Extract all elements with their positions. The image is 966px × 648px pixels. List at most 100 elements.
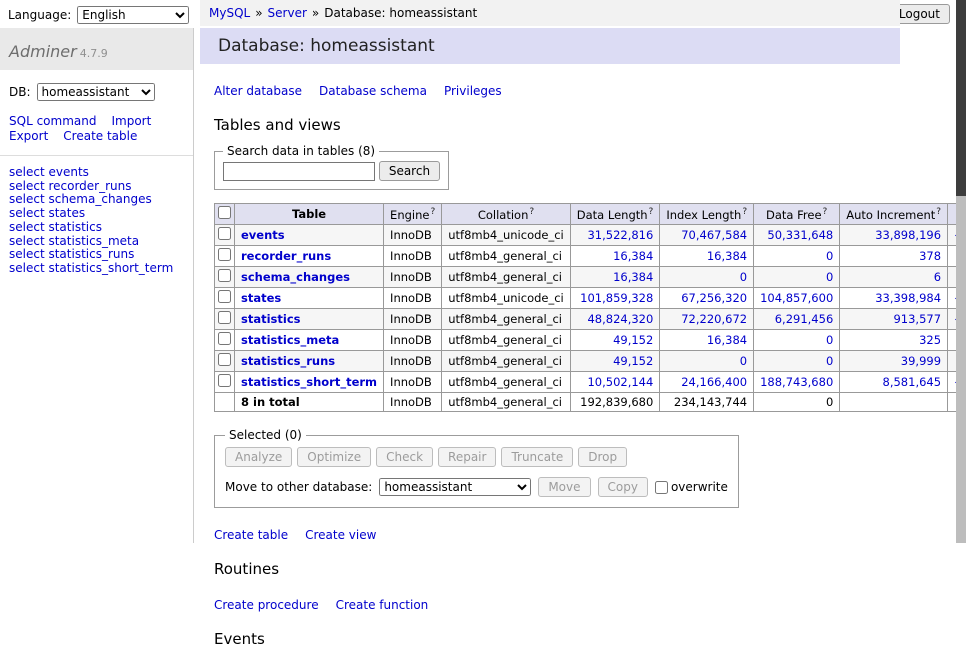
row-select-cell — [215, 267, 235, 288]
breadcrumb-item-server[interactable]: Server — [268, 6, 307, 20]
column-help-link[interactable]: ? — [823, 207, 828, 217]
sidebar-link-sql-command[interactable]: SQL command — [9, 114, 96, 129]
copy-button[interactable]: Copy — [598, 477, 648, 497]
breadcrumb-item-mysql[interactable]: MySQL — [209, 6, 250, 20]
overwrite-label: overwrite — [671, 480, 728, 494]
value-link[interactable]: 49,152 — [613, 354, 653, 368]
row-checkbox[interactable] — [218, 248, 231, 261]
row-checkbox[interactable] — [218, 269, 231, 282]
table-link-statistics-short-term[interactable]: statistics_short_term — [241, 375, 377, 389]
value-link[interactable]: 0 — [740, 354, 747, 368]
search-button[interactable]: Search — [379, 161, 440, 181]
row-checkbox[interactable] — [218, 227, 231, 240]
link-database-schema[interactable]: Database schema — [319, 84, 427, 98]
value-link[interactable]: 0 — [826, 333, 833, 347]
value-link[interactable]: 16,384 — [613, 270, 653, 284]
value-link[interactable]: 6 — [934, 270, 941, 284]
link-alter-database[interactable]: Alter database — [214, 84, 302, 98]
analyze-button[interactable]: Analyze — [225, 447, 292, 467]
table-link-statistics-runs[interactable]: statistics_runs — [241, 354, 335, 368]
truncate-button[interactable]: Truncate — [501, 447, 573, 467]
table-link-recorder-runs[interactable]: recorder_runs — [241, 249, 331, 263]
row-checkbox[interactable] — [218, 353, 231, 366]
select-all-checkbox[interactable] — [218, 206, 231, 219]
value-link[interactable]: 33,398,984 — [875, 291, 941, 305]
value-link[interactable]: 0 — [826, 270, 833, 284]
value-link[interactable]: 10,502,144 — [587, 375, 653, 389]
value-link[interactable]: 16,384 — [613, 249, 653, 263]
sidebar-item-select-statistics-runs[interactable]: select statistics_runs — [9, 248, 184, 262]
sidebar-item-select-statistics-short-term[interactable]: select statistics_short_term — [9, 262, 184, 276]
column-help-link[interactable]: ? — [936, 207, 941, 217]
value-link[interactable]: 24,166,400 — [681, 375, 747, 389]
sidebar-link-import[interactable]: Import — [111, 114, 151, 129]
column-help-link[interactable]: ? — [529, 207, 534, 217]
value-link[interactable]: 16,384 — [707, 249, 747, 263]
value-link[interactable]: 49,152 — [613, 333, 653, 347]
column-help-link[interactable]: ? — [649, 207, 654, 217]
scrollbar-thumb[interactable] — [956, 0, 966, 196]
row-checkbox[interactable] — [218, 311, 231, 324]
value-link[interactable]: 0 — [740, 270, 747, 284]
table-link-statistics[interactable]: statistics — [241, 312, 301, 326]
table-link-events[interactable]: events — [241, 228, 285, 242]
value-link[interactable]: 39,999 — [901, 354, 941, 368]
cell-table-name: schema_changes — [235, 267, 384, 288]
value-link[interactable]: 16,384 — [707, 333, 747, 347]
sidebar-item-select-events[interactable]: select events — [9, 166, 184, 180]
value-link[interactable]: 378 — [919, 249, 941, 263]
cell-data-free: 50,331,648 — [754, 225, 840, 246]
sidebar-link-create-table[interactable]: Create table — [63, 129, 137, 144]
cell-table-name: recorder_runs — [235, 246, 384, 267]
column-help-link[interactable]: ? — [430, 207, 435, 217]
table-link-schema-changes[interactable]: schema_changes — [241, 270, 350, 284]
value-link[interactable]: 325 — [919, 333, 941, 347]
language-select[interactable]: English — [77, 6, 189, 24]
overwrite-checkbox[interactable] — [655, 481, 668, 494]
value-link[interactable]: 101,859,328 — [580, 291, 653, 305]
sidebar-item-select-recorder-runs[interactable]: select recorder_runs — [9, 180, 184, 194]
value-link[interactable]: 0 — [826, 354, 833, 368]
row-checkbox[interactable] — [218, 290, 231, 303]
value-link[interactable]: 67,256,320 — [681, 291, 747, 305]
table-link-statistics-meta[interactable]: statistics_meta — [241, 333, 339, 347]
db-select[interactable]: homeassistant — [37, 83, 155, 101]
link-create-view[interactable]: Create view — [305, 528, 376, 542]
row-checkbox[interactable] — [218, 332, 231, 345]
check-button[interactable]: Check — [376, 447, 433, 467]
search-input[interactable] — [223, 162, 375, 181]
sidebar-item-select-statistics-meta[interactable]: select statistics_meta — [9, 235, 184, 249]
value-link[interactable]: 33,898,196 — [875, 228, 941, 242]
table-row: statesInnoDButf8mb4_unicode_ci101,859,32… — [215, 288, 966, 309]
value-link[interactable]: 31,522,816 — [587, 228, 653, 242]
value-link[interactable]: 913,577 — [893, 312, 941, 326]
value-link[interactable]: 70,467,584 — [681, 228, 747, 242]
link-create-table[interactable]: Create table — [214, 528, 288, 542]
drop-button[interactable]: Drop — [578, 447, 627, 467]
value-link[interactable]: 188,743,680 — [760, 375, 833, 389]
move-db-select[interactable]: homeassistant — [379, 478, 531, 496]
sidebar-item-select-schema-changes[interactable]: select schema_changes — [9, 193, 184, 207]
table-link-states[interactable]: states — [241, 291, 281, 305]
value-link[interactable]: 50,331,648 — [767, 228, 833, 242]
sidebar-link-export[interactable]: Export — [9, 129, 48, 144]
optimize-button[interactable]: Optimize — [297, 447, 371, 467]
value-link[interactable]: 0 — [826, 249, 833, 263]
move-button[interactable]: Move — [538, 477, 590, 497]
scrollbar[interactable] — [956, 0, 966, 543]
value-link[interactable]: 48,824,320 — [587, 312, 653, 326]
sidebar-item-select-statistics[interactable]: select statistics — [9, 221, 184, 235]
column-help-link[interactable]: ? — [742, 207, 747, 217]
link-create-procedure[interactable]: Create procedure — [214, 598, 319, 612]
link-create-function[interactable]: Create function — [336, 598, 429, 612]
sidebar-item-select-states[interactable]: select states — [9, 207, 184, 221]
value-link[interactable]: 104,857,600 — [760, 291, 833, 305]
row-checkbox[interactable] — [218, 374, 231, 387]
value-link[interactable]: 8,581,645 — [883, 375, 942, 389]
link-privileges[interactable]: Privileges — [444, 84, 502, 98]
table-total-row: 8 in totalInnoDButf8mb4_general_ci192,83… — [215, 393, 966, 412]
value-link[interactable]: 72,220,672 — [681, 312, 747, 326]
repair-button[interactable]: Repair — [438, 447, 496, 467]
cell-collation: utf8mb4_unicode_ci — [442, 225, 571, 246]
value-link[interactable]: 6,291,456 — [775, 312, 834, 326]
